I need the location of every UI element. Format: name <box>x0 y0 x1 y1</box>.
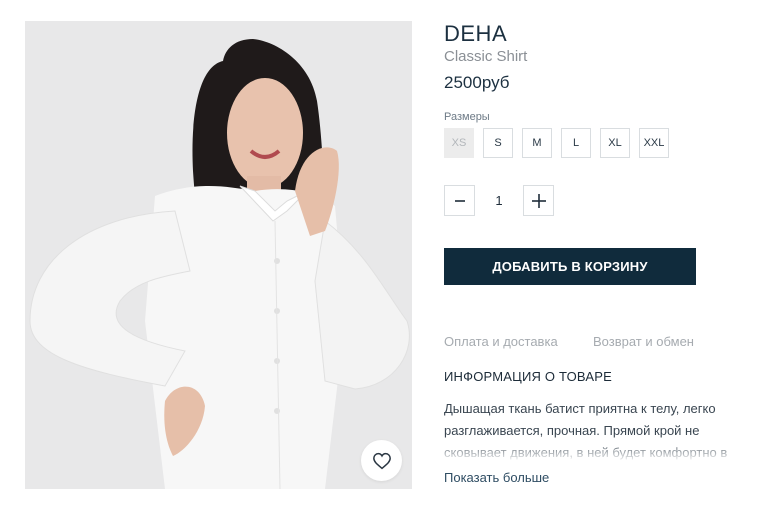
favorite-button[interactable] <box>361 440 402 481</box>
minus-icon <box>454 199 465 202</box>
product-photo[interactable] <box>25 21 412 489</box>
heart-icon <box>372 452 391 469</box>
product-name: Classic Shirt <box>444 48 528 65</box>
decrease-quantity-button[interactable] <box>444 185 475 216</box>
sizes-label: Размеры <box>444 111 490 123</box>
product-description-container: Дышащая ткань батист приятна к телу, лег… <box>444 398 764 460</box>
tab-payment-delivery[interactable]: Оплата и доставка <box>444 334 558 349</box>
product-image <box>25 21 412 489</box>
size-option-xs[interactable]: XS <box>444 128 474 158</box>
size-option-m[interactable]: M <box>522 128 552 158</box>
quantity-value[interactable]: 1 <box>475 193 523 208</box>
increase-quantity-button[interactable] <box>523 185 554 216</box>
product-brand: DEHA <box>444 21 508 46</box>
product-price: 2500руб <box>444 73 510 92</box>
product-info-title: ИНФОРМАЦИЯ О ТОВАРЕ <box>444 369 612 384</box>
plus-icon <box>531 193 546 208</box>
size-option-s[interactable]: S <box>483 128 513 158</box>
tab-returns-exchange[interactable]: Возврат и обмен <box>593 334 694 349</box>
quantity-stepper: 1 <box>444 185 554 216</box>
description-fade <box>444 440 764 460</box>
size-option-xxl[interactable]: XXL <box>639 128 669 158</box>
show-more-link[interactable]: Показать больше <box>444 470 549 485</box>
size-option-l[interactable]: L <box>561 128 591 158</box>
size-option-xl[interactable]: XL <box>600 128 630 158</box>
size-selector: XS S M L XL XXL <box>444 128 669 158</box>
add-to-cart-button[interactable]: ДОБАВИТЬ В КОРЗИНУ <box>444 248 696 285</box>
